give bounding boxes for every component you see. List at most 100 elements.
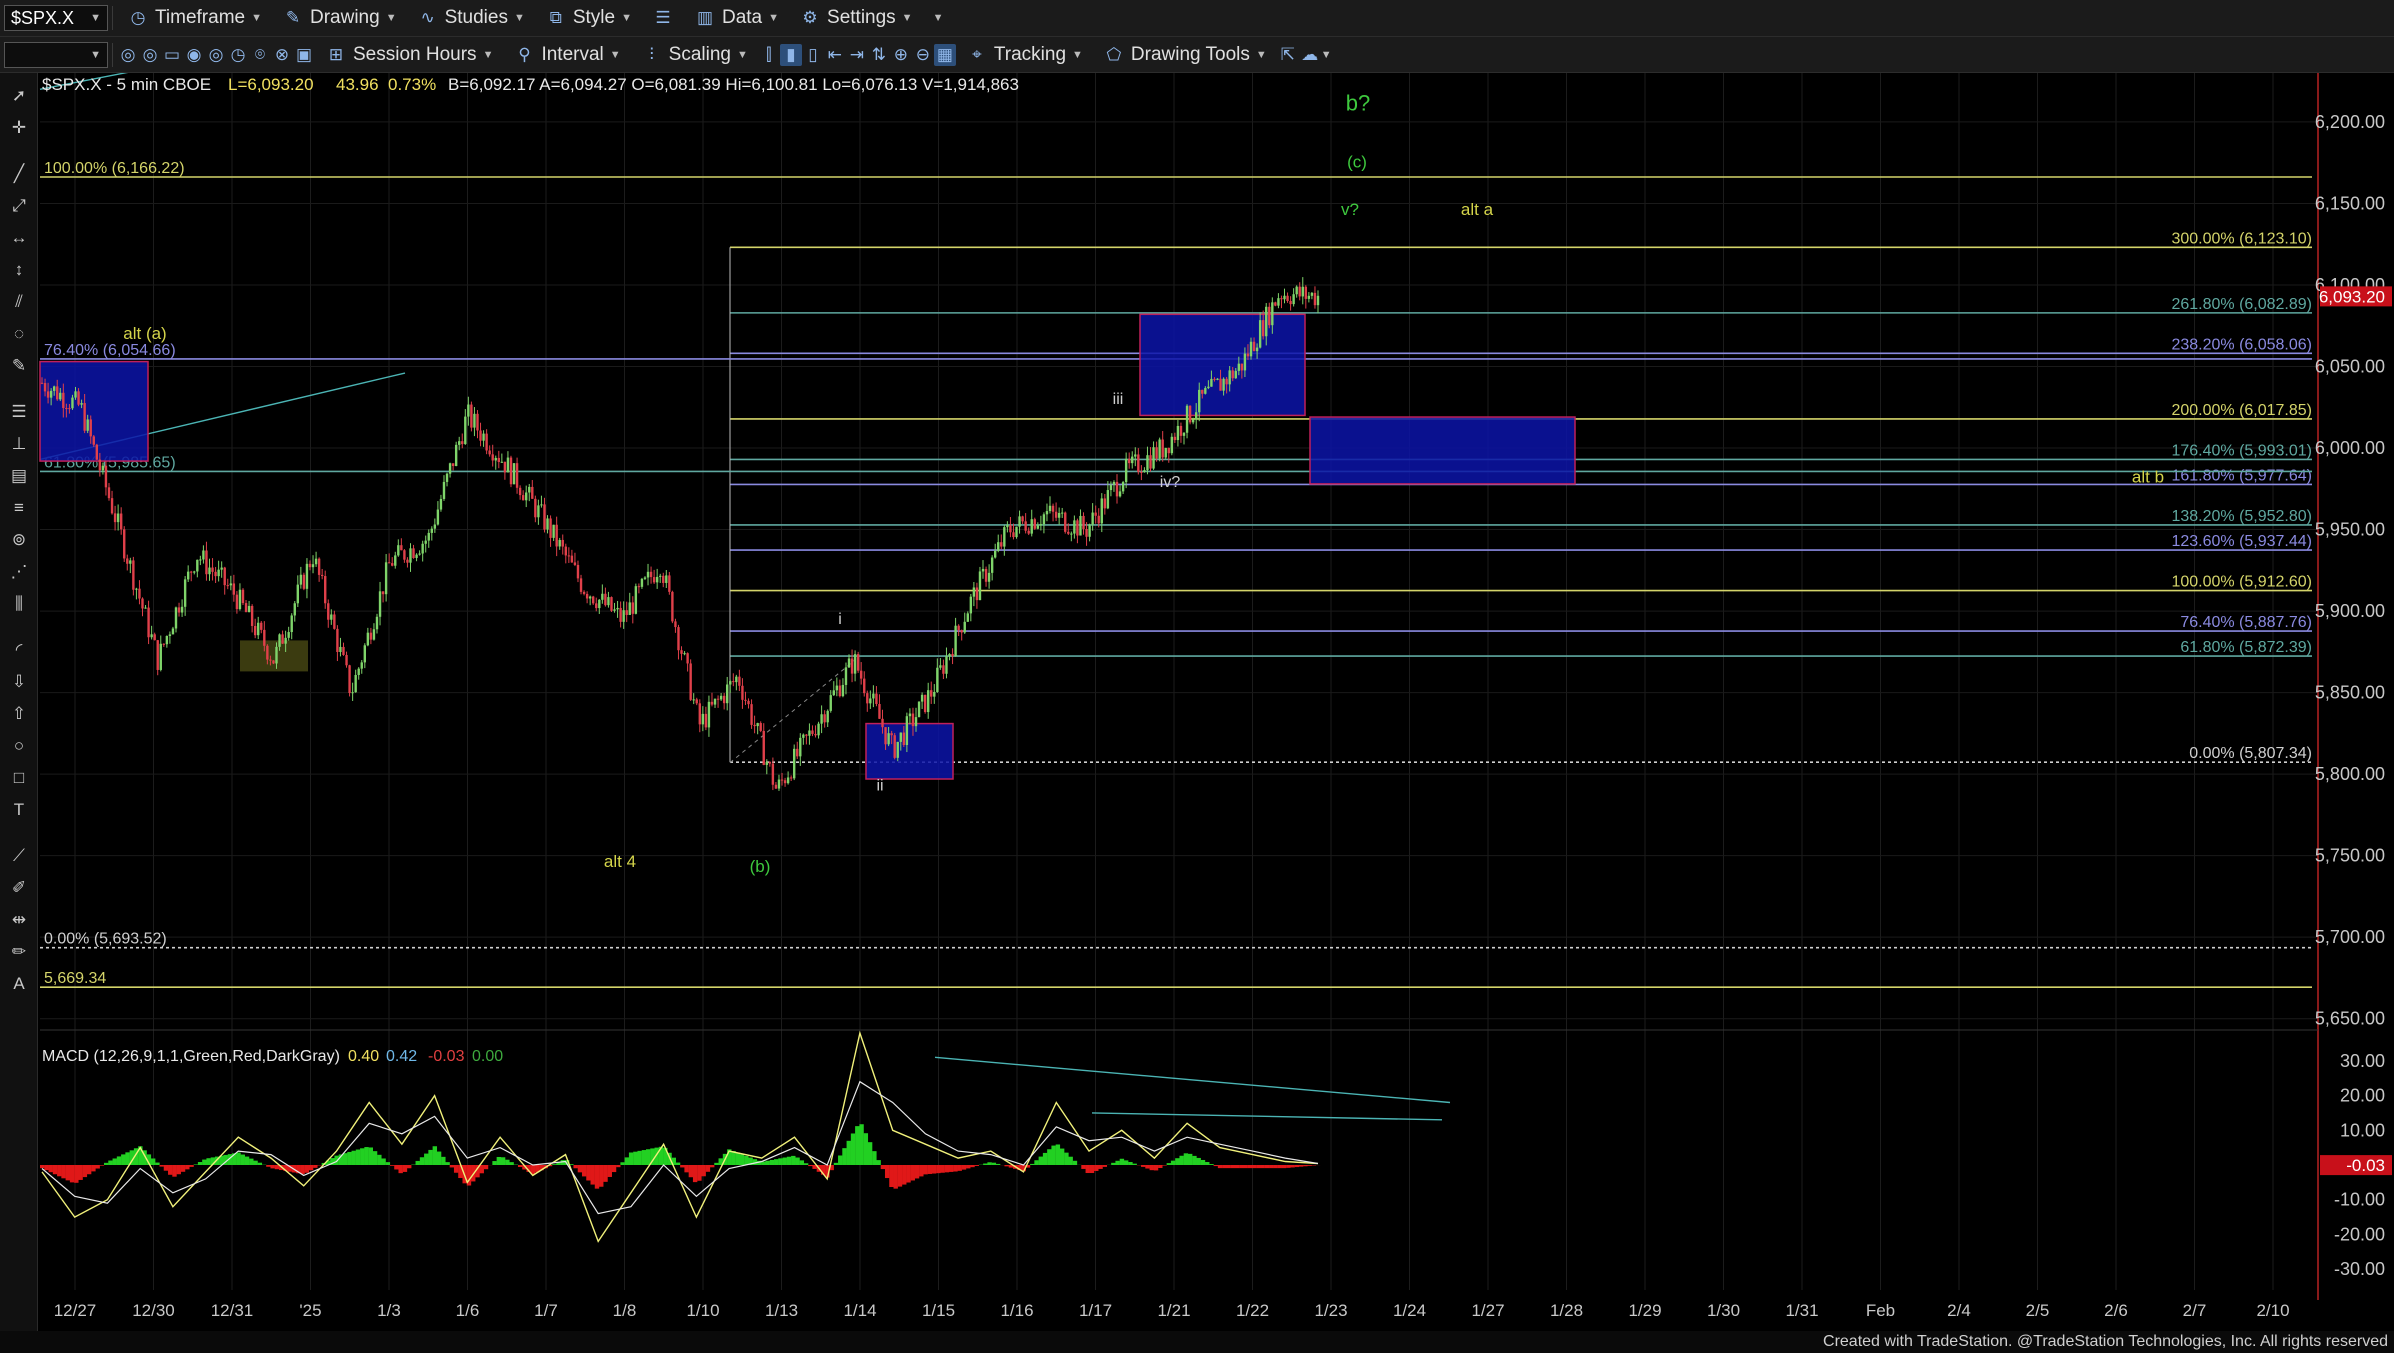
speed-lines-icon[interactable]: ▤ xyxy=(8,465,30,487)
ellipse-icon[interactable]: ○ xyxy=(8,735,30,757)
scaling-menu[interactable]: ⫶ Scaling ▼ xyxy=(631,37,758,72)
drawing-menu[interactable]: ✎ Drawing ▼ xyxy=(272,0,407,36)
circle-tool-icon[interactable]: ◎ xyxy=(139,44,161,66)
camera-icon[interactable]: ⌾ xyxy=(249,44,271,66)
link-icon[interactable]: ⊗ xyxy=(271,44,293,66)
layout-icon[interactable]: ⇅ xyxy=(868,44,890,66)
header-field: B=6,092.17 A=6,094.27 O=6,081.39 Hi=6,10… xyxy=(448,75,1019,94)
pen-icon[interactable]: ✏ xyxy=(8,941,30,963)
candle-body xyxy=(1082,515,1085,530)
candle-body xyxy=(762,730,765,765)
header-field: L=6,093.20 xyxy=(228,75,314,94)
candle-icon[interactable]: ⫿ xyxy=(758,44,780,66)
export-icon[interactable]: ⇱ xyxy=(1277,44,1299,66)
candle-body xyxy=(939,665,942,668)
tracking-menu[interactable]: ⌖ Tracking ▼ xyxy=(956,37,1093,72)
more-menu[interactable]: ▼ xyxy=(923,0,954,36)
arrow-up-icon[interactable]: ⇧ xyxy=(8,703,30,725)
candle-body xyxy=(765,762,768,765)
scroll-left-icon[interactable]: ⇤ xyxy=(824,44,846,66)
candle-body xyxy=(643,577,647,579)
macd-histogram-bar xyxy=(240,1154,245,1165)
fib-level-label: 261.80% (6,082.89) xyxy=(2171,296,2312,313)
candle-body xyxy=(89,419,92,437)
ray-icon[interactable]: ⤢ xyxy=(8,195,30,217)
drawing-tools-menu[interactable]: ⬠ Drawing Tools ▼ xyxy=(1093,37,1277,72)
macd-histogram-bar xyxy=(1141,1165,1146,1167)
horizontal-line-icon[interactable]: ↔ xyxy=(8,227,30,249)
circle-tool-icon[interactable]: ◎ xyxy=(117,44,139,66)
chevron-down-icon[interactable]: ▼ xyxy=(1321,49,1332,61)
macd-histogram-bar xyxy=(701,1165,706,1177)
candle-body xyxy=(119,513,123,530)
timeframe-menu[interactable]: ◷ Timeframe ▼ xyxy=(117,0,272,36)
candle-body xyxy=(138,588,141,599)
candle-body xyxy=(1106,490,1110,509)
cycle-icon[interactable]: ⫼ xyxy=(8,593,30,615)
channel-icon[interactable]: ⫽ xyxy=(8,291,30,313)
settings-menu[interactable]: ⚙ Settings ▼ xyxy=(789,0,923,36)
grid-icon[interactable]: ▦ xyxy=(933,43,956,66)
macd-histogram-bar xyxy=(355,1149,361,1165)
candle-body xyxy=(1201,389,1204,394)
ruler-icon[interactable]: ⟋ xyxy=(8,845,30,867)
macd-histogram-bar xyxy=(936,1165,941,1174)
fib-extension-icon[interactable]: ⊥ xyxy=(8,433,30,455)
candle-body xyxy=(345,654,348,666)
macd-histogram-bar xyxy=(795,1157,800,1165)
rectangle-icon[interactable]: □ xyxy=(8,767,30,789)
arrow-down-icon[interactable]: ⇩ xyxy=(8,671,30,693)
candle-body xyxy=(729,681,732,685)
fan-icon[interactable]: ⋰ xyxy=(8,561,30,583)
zoom-in-icon[interactable]: ⊕ xyxy=(890,44,912,66)
candle-body xyxy=(186,571,190,580)
chat-icon[interactable]: ☁ xyxy=(1299,44,1321,66)
studies-menu[interactable]: ∿ Studies ▼ xyxy=(407,0,535,36)
vertical-line-icon[interactable]: ↕ xyxy=(8,259,30,281)
candle-body xyxy=(1234,370,1237,379)
candle-body xyxy=(190,571,193,573)
candle-body xyxy=(1255,347,1259,352)
interval-input[interactable]: ▼ xyxy=(4,41,108,68)
chart-canvas[interactable]: 300.00% (6,123.10) 261.80% (6,082.89) 238.… xyxy=(0,0,2394,1353)
time-tick-label: '25 xyxy=(299,1301,321,1320)
scroll-right-icon[interactable]: ⇥ xyxy=(846,44,868,66)
font-icon[interactable]: A xyxy=(8,973,30,995)
offset-icon[interactable]: ⇹ xyxy=(8,909,30,931)
pencil-icon[interactable]: ✎ xyxy=(8,355,30,377)
pointer-icon[interactable]: ➚ xyxy=(8,85,30,107)
price-tick-label: 6,000.00 xyxy=(2315,438,2385,458)
zoom-out-icon[interactable]: ⊖ xyxy=(912,44,934,66)
globe-icon[interactable]: ◉ xyxy=(183,44,205,66)
fib-icon[interactable]: ☰ xyxy=(8,401,30,423)
candle-body xyxy=(689,663,692,700)
andrews-icon[interactable]: ≡ xyxy=(8,497,30,519)
candle-body xyxy=(878,703,881,719)
interval-menu[interactable]: ⚲ Interval ▼ xyxy=(503,37,630,72)
trendline-icon[interactable]: ╱ xyxy=(8,163,30,185)
candle-body xyxy=(637,586,641,588)
layout-button[interactable]: ☰ xyxy=(642,0,684,36)
picture-icon[interactable]: ▣ xyxy=(293,44,315,66)
chevron-down-icon: ▼ xyxy=(482,48,494,61)
macd-histogram-bar xyxy=(923,1165,928,1175)
bar-style-icon[interactable]: ▯ xyxy=(802,44,824,66)
candle-body xyxy=(884,727,887,745)
window-icon[interactable]: ▭ xyxy=(161,44,183,66)
crosshair-icon[interactable]: ✛ xyxy=(8,117,30,139)
candle-body xyxy=(144,607,147,609)
circle-tool-icon[interactable]: ◎ xyxy=(205,44,227,66)
macd-trend-line xyxy=(1091,1112,1443,1121)
arc-icon[interactable]: ◜ xyxy=(8,639,30,661)
candle-body xyxy=(473,413,476,428)
symbol-input[interactable]: $SPX.X ▼ xyxy=(4,5,108,31)
text-icon[interactable]: T xyxy=(8,799,30,821)
bar-style-icon[interactable]: ▮ xyxy=(779,43,802,66)
regression-icon[interactable]: ◌ xyxy=(8,323,30,345)
data-menu[interactable]: ▥ Data ▼ xyxy=(684,0,789,36)
paint-icon[interactable]: ✐ xyxy=(8,877,30,899)
clock-icon[interactable]: ◷ xyxy=(227,44,249,66)
style-menu[interactable]: ⧉ Style ▼ xyxy=(535,0,642,36)
gann-icon[interactable]: ⊚ xyxy=(8,529,30,551)
session-hours-menu[interactable]: ⊞ Session Hours ▼ xyxy=(315,37,503,72)
